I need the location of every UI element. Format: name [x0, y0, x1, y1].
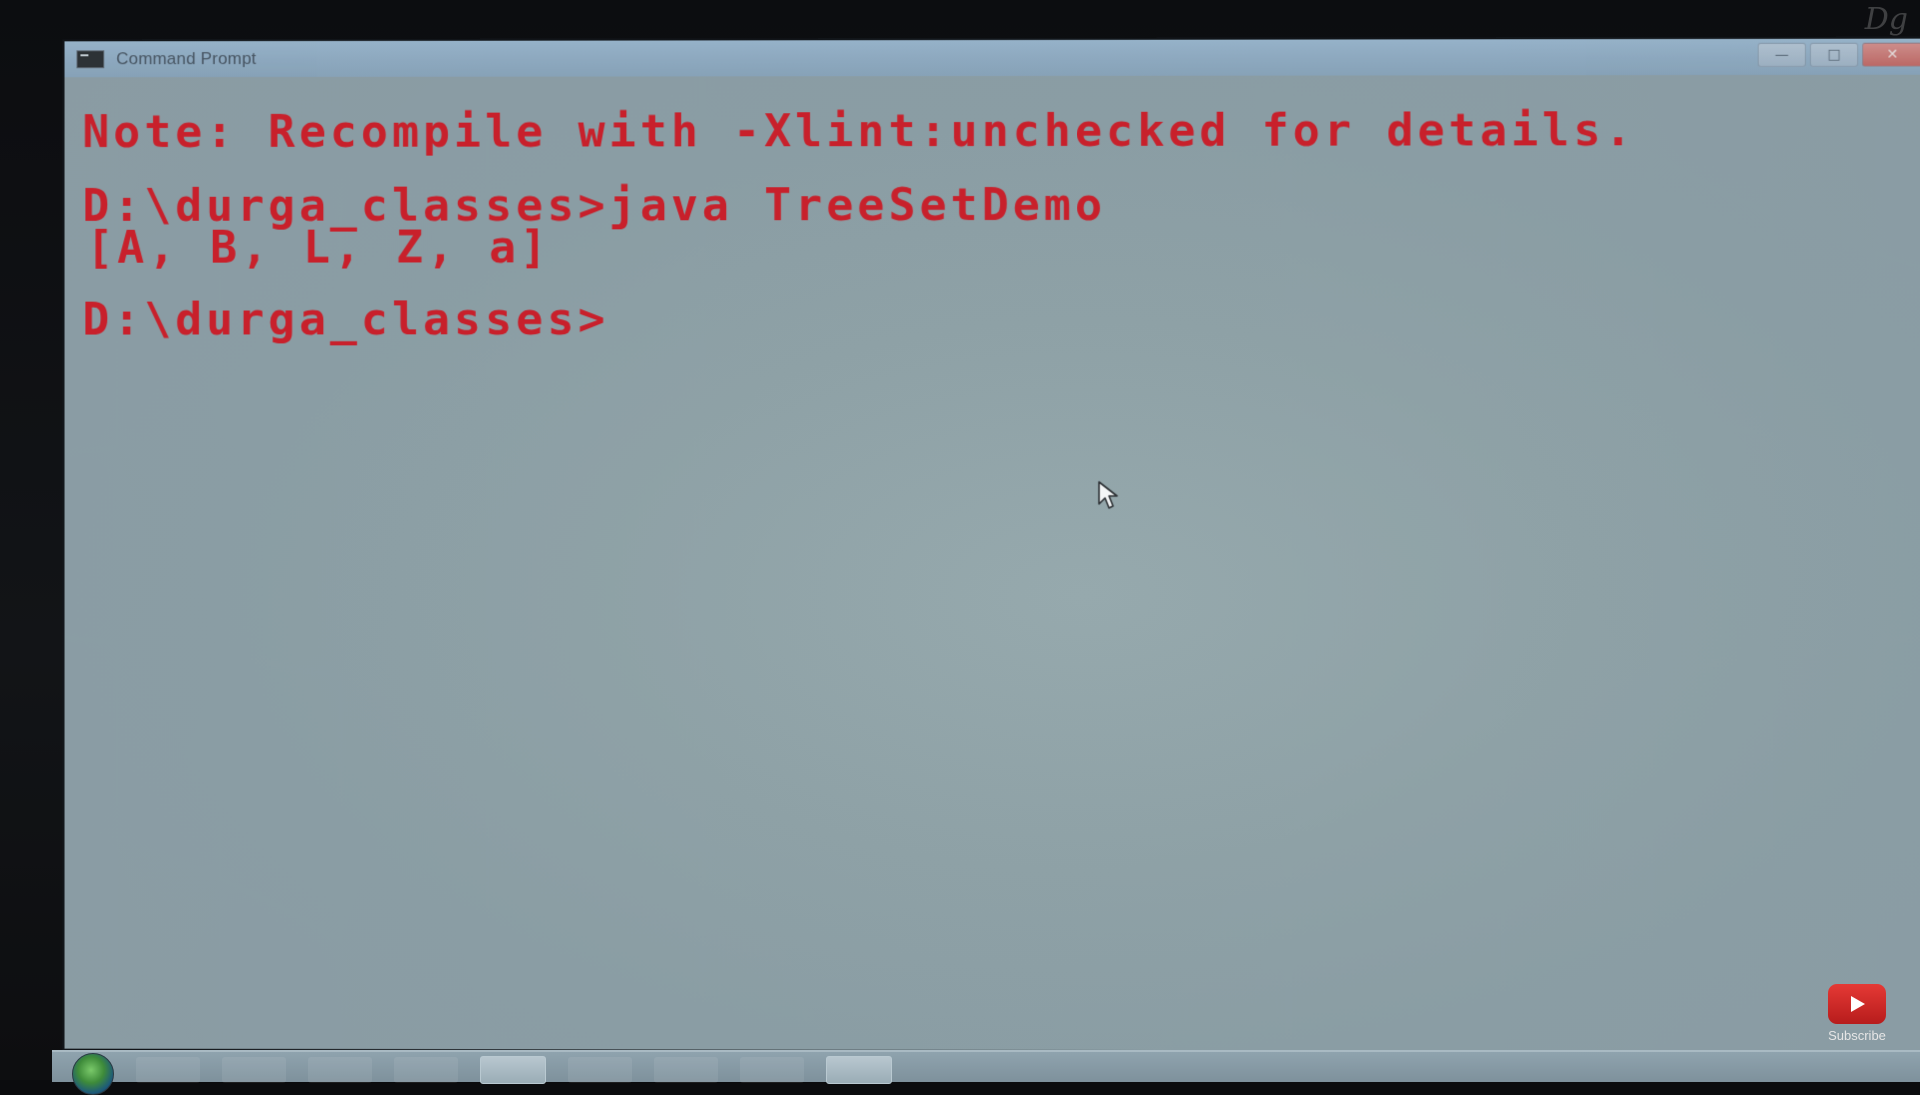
- console-icon: [76, 50, 105, 69]
- taskbar-item[interactable]: [308, 1057, 372, 1083]
- taskbar-item[interactable]: [654, 1057, 718, 1083]
- youtube-subscribe-button[interactable]: Subscribe: [1822, 984, 1892, 1044]
- subscribe-label: Subscribe: [1828, 1028, 1886, 1043]
- windows-start-icon[interactable]: [72, 1053, 114, 1095]
- mouse-pointer-icon: [1097, 481, 1118, 509]
- channel-watermark: Dg: [1864, 2, 1908, 37]
- console-prompt[interactable]: D:\durga_classes>: [82, 292, 609, 345]
- console-line: Note: Recompile with -Xlint:unchecked fo…: [82, 103, 1636, 159]
- maximize-button[interactable]: □: [1809, 42, 1859, 67]
- taskbar-item[interactable]: [222, 1057, 286, 1083]
- taskbar-item[interactable]: [568, 1057, 632, 1083]
- taskbar-item[interactable]: [740, 1057, 804, 1083]
- window-controls: — □ ✕: [1757, 42, 1920, 67]
- window-title: Command Prompt: [116, 49, 257, 69]
- title-bar[interactable]: Command Prompt — □ ✕: [64, 38, 1920, 78]
- console-line-output: [A, B, L, Z, a]: [86, 220, 551, 274]
- command-prompt-window[interactable]: Command Prompt — □ ✕ Note: Recompile wit…: [64, 38, 1920, 1052]
- youtube-play-icon: [1828, 984, 1886, 1024]
- minimize-button[interactable]: —: [1757, 42, 1806, 67]
- taskbar-item[interactable]: [136, 1057, 200, 1083]
- taskbar: [52, 1050, 1920, 1095]
- close-button[interactable]: ✕: [1862, 42, 1920, 67]
- console-output[interactable]: Note: Recompile with -Xlint:unchecked fo…: [82, 73, 1902, 1032]
- taskbar-item[interactable]: [394, 1057, 458, 1083]
